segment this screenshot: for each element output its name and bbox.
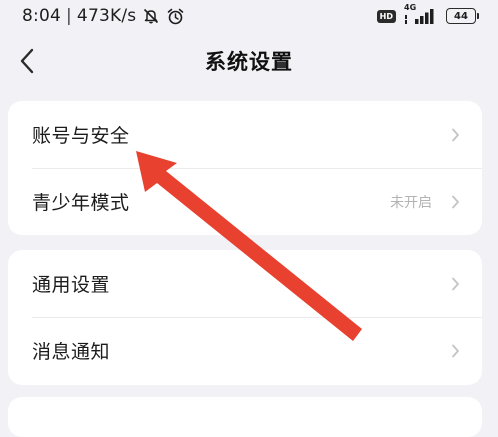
chevron-right-icon: [451, 277, 460, 291]
settings-item-teen-mode[interactable]: 青少年模式 未开启: [8, 168, 482, 235]
network-type-label: 4G: [404, 3, 417, 12]
settings-item-account-security[interactable]: 账号与安全: [8, 101, 482, 168]
page-title: 系统设置: [205, 50, 293, 74]
status-right: HD 4G 44: [376, 3, 479, 25]
chevron-right-icon: [451, 344, 460, 358]
settings-item-label: 消息通知: [32, 341, 111, 363]
alarm-clock-icon: [166, 7, 185, 26]
hd-icon: HD: [376, 9, 396, 23]
status-left: 8:04 | 473K/s: [22, 6, 185, 26]
settings-item-label: 青少年模式: [32, 192, 130, 214]
settings-item-label: 账号与安全: [32, 125, 130, 147]
status-time: 8:04: [22, 6, 61, 26]
chevron-right-icon: [451, 195, 460, 209]
chevron-right-icon: [451, 128, 460, 142]
mute-icon: [142, 7, 160, 25]
settings-group-more: [8, 397, 482, 437]
status-net-speed: 473K/s: [76, 6, 137, 26]
app-header: 系统设置: [0, 36, 498, 86]
settings-group-account: 账号与安全 青少年模式 未开启: [8, 101, 482, 235]
teen-mode-status: 未开启: [390, 194, 432, 211]
settings-item-general-settings[interactable]: 通用设置: [8, 250, 482, 317]
signal-icon: 4G: [404, 3, 436, 25]
settings-item-notifications[interactable]: 消息通知: [8, 317, 482, 384]
battery-icon: 44: [446, 8, 479, 24]
settings-group-general: 通用设置 消息通知: [8, 250, 482, 385]
settings-item-label: 通用设置: [32, 274, 111, 296]
status-separator: |: [65, 6, 72, 26]
status-bar: 8:04 | 473K/s HD 4G 44: [0, 0, 498, 36]
battery-level: 44: [454, 10, 468, 22]
